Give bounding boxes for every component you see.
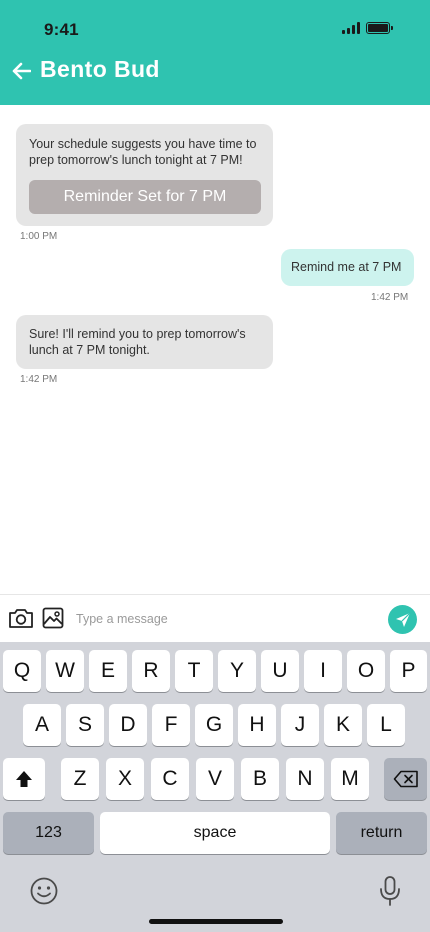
send-icon [395, 612, 410, 627]
key-q[interactable]: Q [3, 650, 41, 692]
status-time: 9:41 [44, 20, 79, 39]
microphone-icon[interactable] [378, 875, 402, 907]
key-e[interactable]: E [89, 650, 127, 692]
key-z[interactable]: Z [61, 758, 99, 800]
key-t[interactable]: T [175, 650, 213, 692]
message-text: Your schedule suggests you have time to … [29, 137, 257, 167]
send-button[interactable] [388, 605, 417, 634]
onscreen-keyboard: Q W E R T Y U I O P A S D F G H J K L Z … [0, 642, 430, 932]
emoji-icon[interactable] [29, 876, 59, 906]
key-k[interactable]: K [324, 704, 362, 746]
key-o[interactable]: O [347, 650, 385, 692]
key-n[interactable]: N [286, 758, 324, 800]
bot-message: Sure! I'll remind you to prep tomorrow's… [16, 315, 273, 369]
shift-key[interactable] [3, 758, 45, 800]
user-message: Remind me at 7 PM [281, 249, 414, 286]
battery-icon [366, 22, 393, 34]
return-key[interactable]: return [336, 812, 427, 854]
space-key[interactable]: space [100, 812, 330, 854]
message-text: Sure! I'll remind you to prep tomorrow's… [29, 327, 246, 357]
back-button[interactable] [8, 58, 34, 84]
home-indicator [149, 919, 283, 924]
key-y[interactable]: Y [218, 650, 256, 692]
image-icon[interactable] [42, 607, 64, 634]
key-g[interactable]: G [195, 704, 233, 746]
key-r[interactable]: R [132, 650, 170, 692]
backspace-icon [393, 770, 418, 788]
key-i[interactable]: I [304, 650, 342, 692]
key-d[interactable]: D [109, 704, 147, 746]
key-w[interactable]: W [46, 650, 84, 692]
key-l[interactable]: L [367, 704, 405, 746]
message-text: Remind me at 7 PM [291, 260, 402, 274]
key-m[interactable]: M [331, 758, 369, 800]
key-u[interactable]: U [261, 650, 299, 692]
message-timestamp: 1:42 PM [20, 374, 58, 385]
reminder-set-button[interactable]: Reminder Set for 7 PM [29, 180, 261, 214]
message-timestamp: 1:00 PM [20, 231, 58, 242]
key-b[interactable]: B [241, 758, 279, 800]
key-x[interactable]: X [106, 758, 144, 800]
arrow-left-icon [12, 62, 31, 80]
message-input[interactable] [70, 605, 370, 633]
message-composer [0, 594, 430, 642]
status-icons [342, 22, 393, 34]
backspace-key[interactable] [384, 758, 427, 800]
key-p[interactable]: P [390, 650, 427, 692]
numbers-key[interactable]: 123 [3, 812, 94, 854]
page-title: Bento Bud [40, 56, 160, 82]
key-c[interactable]: C [151, 758, 189, 800]
key-f[interactable]: F [152, 704, 190, 746]
key-j[interactable]: J [281, 704, 319, 746]
shift-icon [16, 771, 32, 787]
key-a[interactable]: A [23, 704, 61, 746]
key-h[interactable]: H [238, 704, 276, 746]
bot-message: Your schedule suggests you have time to … [16, 124, 273, 226]
signal-icon [342, 22, 360, 34]
message-timestamp: 1:42 PM [371, 292, 409, 303]
camera-icon[interactable] [8, 607, 34, 634]
app-header: 9:41 Bento Bud [0, 0, 430, 105]
key-v[interactable]: V [196, 758, 234, 800]
key-s[interactable]: S [66, 704, 104, 746]
